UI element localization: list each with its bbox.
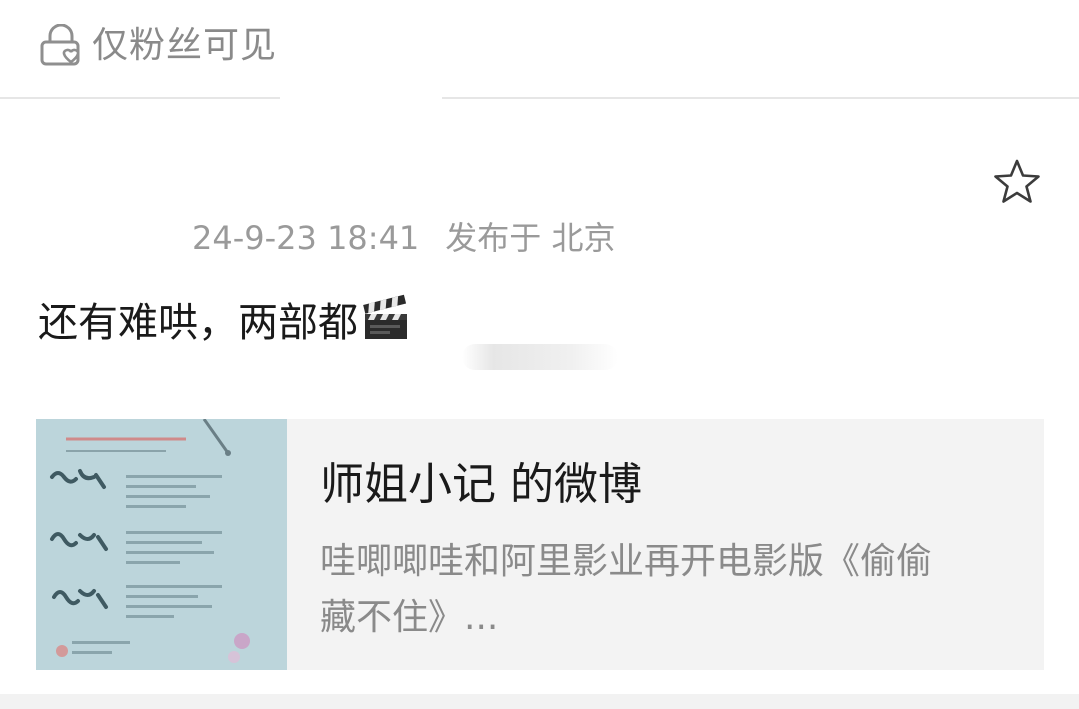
star-icon[interactable] (992, 157, 1042, 205)
divider-gap (280, 96, 442, 100)
post-text: 还有难哄，两部都 (38, 294, 410, 351)
post-body: 还有难哄，两部都 (38, 300, 358, 346)
divider (0, 97, 1079, 99)
post-location: 发布于 北京 (445, 219, 616, 257)
visibility-label: 仅粉丝可见 (92, 25, 278, 66)
lock-heart-icon (40, 24, 80, 66)
card-description: 哇唧唧哇和阿里影业再开电影版《偷偷 藏不住》... (320, 534, 1010, 646)
post-timestamp: 24-9-23 18:41 (192, 219, 420, 257)
visibility-bar: 仅粉丝可见 (0, 0, 1079, 97)
card-title: 师姐小记 的微博 (320, 459, 642, 510)
card-description-line: 藏不住》... (320, 597, 499, 638)
redacted-text-smudge (462, 344, 618, 370)
clapper-board-icon (363, 294, 407, 339)
card-description-line: 哇唧唧哇和阿里影业再开电影版《偷偷 (320, 541, 933, 582)
post-meta: 24-9-23 18:41 发布于 北京 (192, 214, 615, 262)
poster-thumbnail (36, 419, 287, 670)
bottom-strip (0, 694, 1079, 709)
link-card[interactable]: 师姐小记 的微博 哇唧唧哇和阿里影业再开电影版《偷偷 藏不住》... (36, 419, 1044, 670)
